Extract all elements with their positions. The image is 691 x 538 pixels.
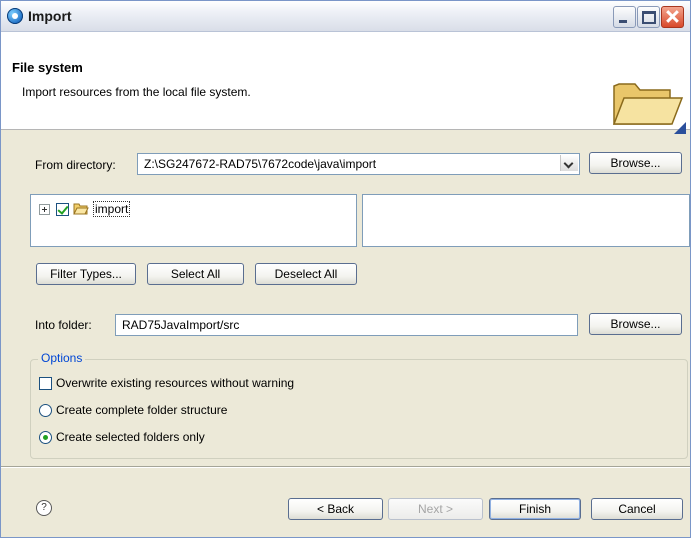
- browse-destination-button[interactable]: Browse...: [589, 313, 682, 335]
- selected-only-option[interactable]: Create selected folders only: [39, 430, 205, 444]
- complete-structure-radio[interactable]: [39, 403, 52, 417]
- from-directory-value: Z:\SG247672-RAD75\7672code\java\import: [144, 157, 377, 171]
- cancel-button[interactable]: Cancel: [591, 498, 683, 520]
- eclipse-app-icon: [7, 8, 23, 24]
- overwrite-label: Overwrite existing resources without war…: [56, 376, 295, 390]
- complete-structure-option[interactable]: Create complete folder structure: [39, 403, 227, 417]
- help-icon[interactable]: ?: [36, 500, 52, 516]
- title-bar[interactable]: Import: [1, 1, 690, 32]
- chevron-down-icon[interactable]: [560, 155, 578, 171]
- overwrite-option[interactable]: Overwrite existing resources without war…: [39, 376, 294, 390]
- tree-item-import[interactable]: import: [39, 201, 131, 217]
- filter-types-button[interactable]: Filter Types...: [36, 263, 136, 285]
- selected-only-label: Create selected folders only: [56, 430, 205, 444]
- browse-source-button[interactable]: Browse...: [589, 152, 682, 174]
- tree-item-label: import: [93, 201, 131, 217]
- from-directory-combo[interactable]: Z:\SG247672-RAD75\7672code\java\import: [137, 153, 580, 175]
- window-title: Import: [28, 8, 72, 24]
- complete-structure-label: Create complete folder structure: [56, 403, 228, 417]
- options-legend: Options: [38, 351, 86, 365]
- footer-separator: [1, 466, 690, 468]
- folder-icon: [612, 83, 686, 134]
- expand-icon[interactable]: [39, 203, 50, 215]
- file-list[interactable]: [362, 194, 690, 247]
- tree-item-checkbox[interactable]: [56, 202, 69, 216]
- overwrite-checkbox[interactable]: [39, 376, 52, 390]
- back-button[interactable]: < Back: [288, 498, 383, 520]
- import-dialog: Import File system Import resources from…: [0, 0, 691, 538]
- page-description: Import resources from the local file sys…: [22, 85, 251, 99]
- maximize-button[interactable]: [637, 6, 660, 28]
- into-folder-input[interactable]: RAD75JavaImport/src: [115, 314, 578, 336]
- close-button[interactable]: [661, 6, 684, 28]
- next-button[interactable]: Next >: [388, 498, 483, 520]
- page-title: File system: [12, 60, 83, 75]
- into-folder-label: Into folder:: [35, 318, 92, 332]
- selected-only-radio[interactable]: [39, 430, 52, 444]
- into-folder-value: RAD75JavaImport/src: [122, 318, 240, 332]
- minimize-button[interactable]: [613, 6, 636, 28]
- select-all-button[interactable]: Select All: [147, 263, 244, 285]
- finish-button[interactable]: Finish: [489, 498, 581, 520]
- wizard-banner: File system Import resources from the lo…: [1, 32, 690, 134]
- from-directory-label: From directory:: [35, 158, 116, 172]
- deselect-all-button[interactable]: Deselect All: [255, 263, 357, 285]
- folder-tree[interactable]: import: [30, 194, 357, 247]
- folder-icon: [73, 203, 89, 215]
